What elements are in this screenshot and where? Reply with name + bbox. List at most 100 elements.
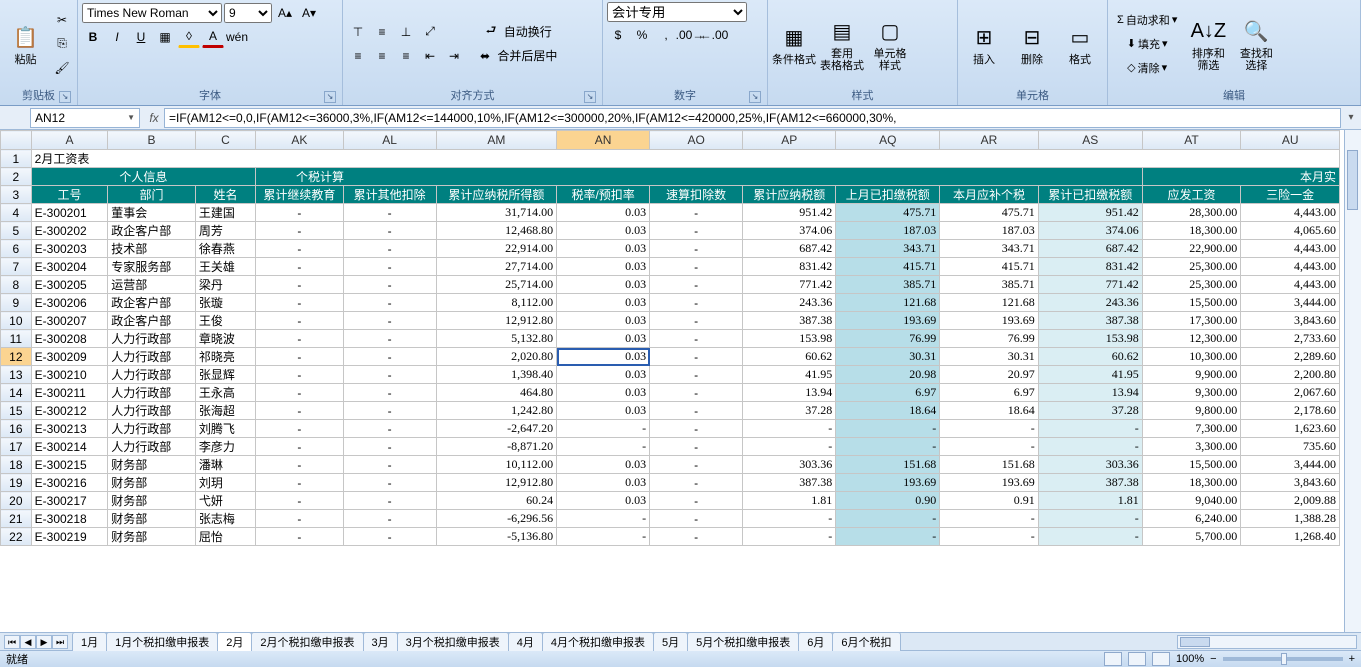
- merge-center-button[interactable]: ⬌ 合并后居中: [475, 45, 562, 67]
- sheet-tab[interactable]: 1月: [72, 632, 107, 651]
- fx-icon[interactable]: fx: [144, 111, 164, 125]
- dec-decimal-button[interactable]: ←.00: [703, 24, 725, 46]
- cell[interactable]: -: [256, 222, 344, 240]
- launcher-icon[interactable]: ↘: [59, 91, 71, 103]
- cell[interactable]: 王俊: [195, 312, 255, 330]
- zoom-out-button[interactable]: −: [1210, 653, 1216, 665]
- col-header[interactable]: AO: [650, 131, 743, 150]
- row-header[interactable]: 1: [1, 150, 32, 168]
- sheet-tab[interactable]: 3月: [363, 632, 398, 651]
- tab-nav-first[interactable]: ⏮: [4, 635, 20, 649]
- format-painter-button[interactable]: 🖌: [51, 57, 73, 79]
- cell[interactable]: 2,289.60: [1241, 348, 1340, 366]
- col-header[interactable]: AQ: [836, 131, 940, 150]
- find-select-button[interactable]: 🔍查找和 选择: [1234, 8, 1278, 80]
- row-header[interactable]: 13: [1, 366, 32, 384]
- cell[interactable]: 25,300.00: [1142, 276, 1241, 294]
- cell[interactable]: 13.94: [743, 384, 836, 402]
- cell[interactable]: -: [343, 258, 436, 276]
- cell[interactable]: E-300219: [31, 528, 108, 546]
- row-header[interactable]: 2: [1, 168, 32, 186]
- cell[interactable]: 张海超: [195, 402, 255, 420]
- cell[interactable]: -: [343, 240, 436, 258]
- cell[interactable]: 2,733.60: [1241, 330, 1340, 348]
- cell[interactable]: 20.98: [836, 366, 940, 384]
- cell[interactable]: 153.98: [1038, 330, 1142, 348]
- cell[interactable]: 343.71: [940, 240, 1039, 258]
- cell[interactable]: 18,300.00: [1142, 474, 1241, 492]
- cell[interactable]: 0.03: [557, 222, 650, 240]
- col-header[interactable]: AU: [1241, 131, 1340, 150]
- cell[interactable]: E-300212: [31, 402, 108, 420]
- cell[interactable]: -: [343, 222, 436, 240]
- cell[interactable]: E-300211: [31, 384, 108, 402]
- cell[interactable]: -: [650, 456, 743, 474]
- cell[interactable]: 831.42: [1038, 258, 1142, 276]
- cell[interactable]: 121.68: [836, 294, 940, 312]
- cell[interactable]: 财务部: [108, 528, 196, 546]
- inc-decimal-button[interactable]: .00→: [679, 24, 701, 46]
- cell[interactable]: 31,714.00: [436, 204, 556, 222]
- cell[interactable]: 60.62: [743, 348, 836, 366]
- cell[interactable]: 0.03: [557, 456, 650, 474]
- cell[interactable]: -: [343, 204, 436, 222]
- cell[interactable]: 475.71: [836, 204, 940, 222]
- cell[interactable]: -: [743, 528, 836, 546]
- cell[interactable]: -: [256, 474, 344, 492]
- cell[interactable]: -: [343, 384, 436, 402]
- cond-format-button[interactable]: ▦条件格式: [772, 8, 816, 80]
- cell[interactable]: 5,132.80: [436, 330, 556, 348]
- cell[interactable]: 李彦力: [195, 438, 255, 456]
- indent-inc-button[interactable]: ⇥: [443, 45, 465, 67]
- align-bottom-button[interactable]: ⊥: [395, 21, 417, 43]
- cell[interactable]: 13.94: [1038, 384, 1142, 402]
- cell[interactable]: 潘琳: [195, 456, 255, 474]
- font-size-select[interactable]: 9: [224, 3, 272, 23]
- cell[interactable]: -: [256, 420, 344, 438]
- sheet-tab[interactable]: 4月个税扣缴申报表: [542, 632, 654, 651]
- cell[interactable]: 76.99: [940, 330, 1039, 348]
- cell[interactable]: -: [650, 294, 743, 312]
- col-header[interactable]: B: [108, 131, 196, 150]
- cell[interactable]: -: [650, 402, 743, 420]
- sort-filter-button[interactable]: A↓Z排序和 筛选: [1186, 8, 1230, 80]
- cell[interactable]: 25,300.00: [1142, 258, 1241, 276]
- phonetic-button[interactable]: wén: [226, 26, 248, 48]
- cell[interactable]: 1,242.80: [436, 402, 556, 420]
- cell[interactable]: 343.71: [836, 240, 940, 258]
- cell[interactable]: 章晓波: [195, 330, 255, 348]
- cell[interactable]: -: [256, 348, 344, 366]
- cell[interactable]: 12,300.00: [1142, 330, 1241, 348]
- row-header[interactable]: 10: [1, 312, 32, 330]
- cell[interactable]: 财务部: [108, 492, 196, 510]
- cell[interactable]: -: [343, 420, 436, 438]
- cell[interactable]: -2,647.20: [436, 420, 556, 438]
- cell[interactable]: 687.42: [1038, 240, 1142, 258]
- tab-nav-last[interactable]: ⏭: [52, 635, 68, 649]
- row-header[interactable]: 22: [1, 528, 32, 546]
- currency-button[interactable]: $: [607, 24, 629, 46]
- cell[interactable]: 3,444.00: [1241, 294, 1340, 312]
- cell[interactable]: 0.03: [557, 348, 650, 366]
- col-header[interactable]: C: [195, 131, 255, 150]
- cell[interactable]: 15,500.00: [1142, 294, 1241, 312]
- cell[interactable]: 5,700.00: [1142, 528, 1241, 546]
- cell[interactable]: 6.97: [940, 384, 1039, 402]
- cell[interactable]: 4,443.00: [1241, 240, 1340, 258]
- cell[interactable]: -: [650, 240, 743, 258]
- cell[interactable]: 37.28: [743, 402, 836, 420]
- cell[interactable]: E-300204: [31, 258, 108, 276]
- cell[interactable]: -: [256, 330, 344, 348]
- cell[interactable]: 人力行政部: [108, 402, 196, 420]
- cell[interactable]: E-300201: [31, 204, 108, 222]
- cell[interactable]: -: [650, 330, 743, 348]
- cell[interactable]: -: [650, 384, 743, 402]
- row-header[interactable]: 18: [1, 456, 32, 474]
- cell[interactable]: 12,468.80: [436, 222, 556, 240]
- align-top-button[interactable]: ⊤: [347, 21, 369, 43]
- cell[interactable]: -: [1038, 510, 1142, 528]
- cell[interactable]: -: [557, 420, 650, 438]
- cell[interactable]: 8,112.00: [436, 294, 556, 312]
- cell[interactable]: E-300217: [31, 492, 108, 510]
- grow-font-button[interactable]: A▴: [274, 2, 296, 24]
